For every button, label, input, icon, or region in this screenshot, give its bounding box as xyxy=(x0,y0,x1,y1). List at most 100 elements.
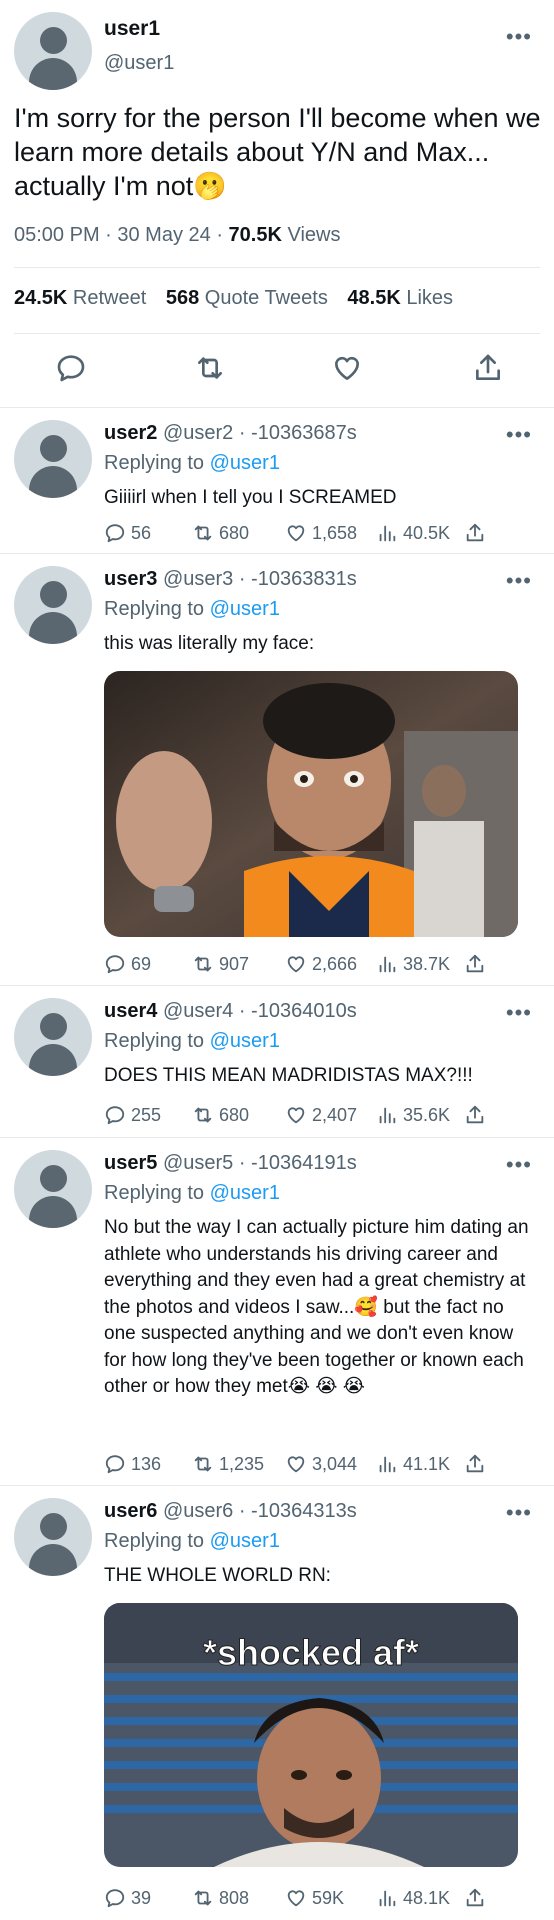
retweet-icon xyxy=(194,956,212,972)
more-options-icon[interactable]: ••• xyxy=(506,1502,532,1524)
timestamp: · -10363831s xyxy=(233,568,357,590)
divider xyxy=(14,333,540,334)
media-image[interactable]: *shocked af* xyxy=(104,1603,518,1867)
handle[interactable]: @user2 xyxy=(163,422,233,444)
more-options-icon[interactable]: ••• xyxy=(506,570,532,592)
avatar[interactable] xyxy=(14,1150,92,1228)
more-options-icon[interactable]: ••• xyxy=(506,1154,532,1176)
share-icon xyxy=(466,1105,484,1124)
handle[interactable]: @user4 xyxy=(163,1000,233,1022)
avatar[interactable] xyxy=(14,1498,92,1576)
replying-to-link[interactable]: @user1 xyxy=(210,1182,280,1204)
like-action[interactable]: 3,044 xyxy=(285,1451,357,1477)
reply-action[interactable]: 69 xyxy=(104,951,151,977)
share-action[interactable] xyxy=(464,1102,491,1128)
replying-to-link[interactable]: @user1 xyxy=(210,1530,280,1552)
retweet-action[interactable]: 1,235 xyxy=(192,1451,264,1477)
like-action[interactable]: 1,658 xyxy=(285,520,357,546)
views-action[interactable]: 35.6K xyxy=(376,1102,450,1128)
more-options-icon[interactable]: ••• xyxy=(506,424,532,446)
handle[interactable]: @user1 xyxy=(104,52,174,75)
retweet-icon xyxy=(194,1456,212,1472)
quotes-stat[interactable]: 568 Quote Tweets xyxy=(166,287,328,309)
action-bar xyxy=(0,352,554,384)
avatar[interactable] xyxy=(14,566,92,644)
reply-icon xyxy=(105,524,125,543)
reply-tweet[interactable]: user4 @user4 · -10364010s ••• Replying t… xyxy=(0,986,554,1138)
avatar[interactable] xyxy=(14,998,92,1076)
share-icon xyxy=(466,954,484,973)
reply-tweet[interactable]: user2 @user2 · -10363687s ••• Replying t… xyxy=(0,408,554,554)
likes-count: 59K xyxy=(312,1887,345,1908)
reply-tweet[interactable]: user6 @user6 · -10364313s ••• Replying t… xyxy=(0,1486,554,1916)
retweets-count: 808 xyxy=(219,1887,250,1908)
handle[interactable]: @user6 xyxy=(163,1500,233,1522)
retweet-icon[interactable] xyxy=(194,352,226,384)
avatar[interactable] xyxy=(14,420,92,498)
views-count: 70.5K xyxy=(228,224,282,246)
reply-action[interactable]: 255 xyxy=(104,1102,161,1128)
reply-tweet[interactable]: user3 @user3 · -10363831s ••• Replying t… xyxy=(0,554,554,986)
like-action[interactable]: 59K xyxy=(285,1885,344,1911)
retweet-action[interactable]: 907 xyxy=(192,951,249,977)
share-action[interactable] xyxy=(464,520,491,546)
display-name[interactable]: user6 xyxy=(104,1500,157,1522)
like-icon[interactable] xyxy=(331,352,363,384)
retweets-stat[interactable]: 24.5K Retweet xyxy=(14,287,146,309)
reply-action[interactable]: 39 xyxy=(104,1885,151,1911)
retweet-action[interactable]: 680 xyxy=(192,520,249,546)
views-action[interactable]: 48.1K xyxy=(376,1885,450,1911)
share-action[interactable] xyxy=(464,1451,491,1477)
views-action[interactable]: 41.1K xyxy=(376,1451,450,1477)
display-name[interactable]: user4 xyxy=(104,1000,157,1022)
replying-label: Replying to xyxy=(104,1030,210,1052)
handle[interactable]: @user5 xyxy=(163,1152,233,1174)
share-action[interactable] xyxy=(464,951,491,977)
reply-icon[interactable] xyxy=(55,352,87,384)
media-caption: *shocked af* xyxy=(203,1632,419,1673)
reply-action[interactable]: 56 xyxy=(104,520,151,546)
tweet-time: 05:00 PM · 30 May 24 · xyxy=(14,224,229,246)
timestamp: · -10363687s xyxy=(233,422,357,444)
replying-to-link[interactable]: @user1 xyxy=(210,598,280,620)
display-name[interactable]: user2 xyxy=(104,422,157,444)
like-action[interactable]: 2,407 xyxy=(285,1102,357,1128)
reply-icon xyxy=(105,1106,125,1125)
heart-icon xyxy=(287,1456,305,1473)
display-name[interactable]: user3 xyxy=(104,568,157,590)
heart-icon xyxy=(287,525,305,542)
share-icon[interactable] xyxy=(472,352,504,384)
retweets-count: 907 xyxy=(219,953,250,974)
likes-count: 2,407 xyxy=(312,1104,358,1125)
display-name[interactable]: user1 xyxy=(104,17,160,41)
bar-chart-icon xyxy=(379,1456,396,1473)
tweet-meta: 05:00 PM · 30 May 24 · 70.5K Views xyxy=(14,224,340,247)
views-action[interactable]: 40.5K xyxy=(376,520,450,546)
like-action[interactable]: 2,666 xyxy=(285,951,357,977)
timestamp: · -10364010s xyxy=(233,1000,357,1022)
reply-tweet[interactable]: user5 @user5 · -10364191s ••• Replying t… xyxy=(0,1138,554,1486)
reply-action[interactable]: 136 xyxy=(104,1451,161,1477)
media-image[interactable] xyxy=(104,671,518,937)
likes-stat[interactable]: 48.5K Likes xyxy=(347,287,453,309)
more-options-icon[interactable]: ••• xyxy=(506,1002,532,1024)
reply-text: No but the way I can actually picture hi… xyxy=(104,1217,529,1397)
more-options-icon[interactable]: ••• xyxy=(506,26,532,48)
replying-to: Replying to @user1 xyxy=(104,1182,280,1205)
retweets-count: 680 xyxy=(219,1104,250,1125)
retweet-action[interactable]: 808 xyxy=(192,1885,249,1911)
reply-icon xyxy=(105,955,125,974)
reply-text: Giiiirl when I tell you I SCREAMED xyxy=(104,487,397,508)
retweet-action[interactable]: 680 xyxy=(192,1102,249,1128)
avatar[interactable] xyxy=(14,12,92,90)
reply-header: user5 @user5 · -10364191s xyxy=(104,1152,357,1175)
retweets-label: Retweet xyxy=(67,287,147,309)
views-action[interactable]: 38.7K xyxy=(376,951,450,977)
quotes-count: 568 xyxy=(165,287,200,309)
display-name[interactable]: user5 xyxy=(104,1152,157,1174)
handle[interactable]: @user3 xyxy=(163,568,233,590)
replying-to-link[interactable]: @user1 xyxy=(210,1030,280,1052)
photo-man-surprised xyxy=(104,671,518,937)
share-action[interactable] xyxy=(464,1885,491,1911)
replying-to-link[interactable]: @user1 xyxy=(210,452,280,474)
